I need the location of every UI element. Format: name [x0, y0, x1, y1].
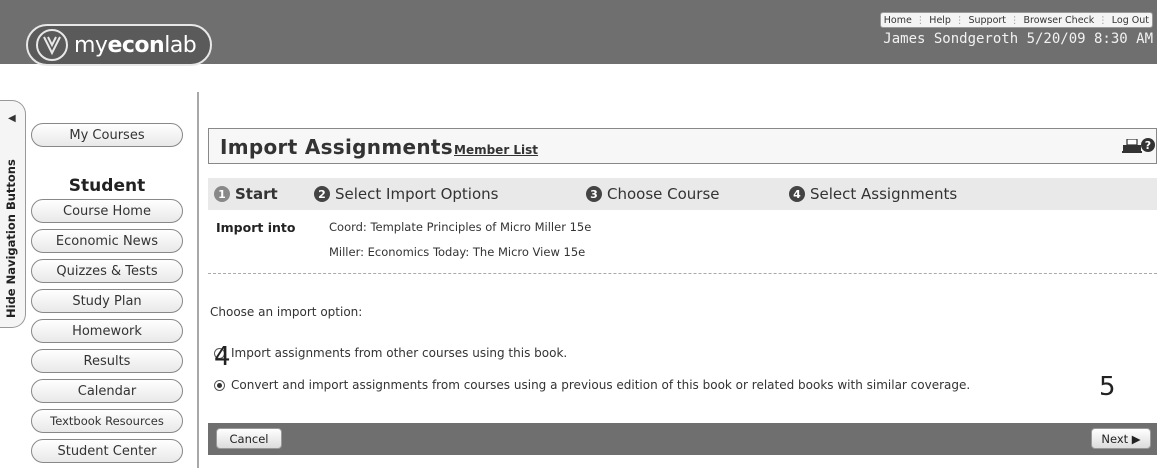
top-link-support[interactable]: Support — [968, 15, 1006, 26]
my-courses-button[interactable]: My Courses — [31, 123, 183, 147]
wizard-steps: 1 Start 2 Select Import Options 3 Choose… — [208, 178, 1157, 210]
option-convert-import[interactable]: Convert and import assignments from cour… — [214, 378, 970, 392]
app-header: myeconlab Home ⋮ Help ⋮ Support ⋮ Browse… — [0, 0, 1157, 92]
section-divider — [208, 273, 1157, 274]
option-import-same-book[interactable]: Import assignments from other courses us… — [214, 346, 567, 360]
sidebar-item-calendar[interactable]: Calendar — [31, 379, 183, 403]
cancel-button[interactable]: Cancel — [216, 428, 282, 449]
page-title: Import Assignments — [220, 135, 453, 159]
print-icon[interactable] — [1122, 139, 1142, 153]
sidebar-divider — [197, 92, 199, 468]
wizard-footer: Cancel Next ▶ — [208, 423, 1157, 455]
next-button[interactable]: Next ▶ — [1091, 428, 1151, 449]
top-link-browser-check[interactable]: Browser Check — [1024, 15, 1095, 26]
import-into-label: Import into — [216, 220, 296, 235]
hide-navigation-label[interactable]: Hide Navigation Buttons — [4, 159, 18, 318]
step-start: 1 Start — [214, 185, 278, 203]
sidebar-item-homework[interactable]: Homework — [31, 319, 183, 343]
callout-5: 5 — [1099, 372, 1116, 402]
option-2-radio[interactable] — [214, 379, 225, 391]
sidebar-item-results[interactable]: Results — [31, 349, 183, 373]
step-select-assignments: 4 Select Assignments — [789, 185, 957, 203]
sidebar-item-course-home[interactable]: Course Home — [31, 199, 183, 223]
page-title-bar: Import Assignments Member List ? — [208, 128, 1157, 164]
logo-text: myeconlab — [74, 32, 197, 58]
step-number-icon: 2 — [314, 186, 330, 202]
sidebar-item-student-center[interactable]: Student Center — [31, 439, 183, 463]
step-number-icon: 4 — [789, 186, 805, 202]
top-links-bar: Home ⋮ Help ⋮ Support ⋮ Browser Check ⋮ … — [879, 12, 1153, 28]
help-icon[interactable]: ? — [1141, 138, 1155, 152]
sidebar-item-economic-news[interactable]: Economic News — [31, 229, 183, 253]
top-link-home[interactable]: Home — [884, 15, 912, 26]
myeconlab-logo[interactable]: myeconlab — [26, 24, 212, 66]
member-list-link[interactable]: Member List — [454, 143, 538, 157]
import-into-course-2: Miller: Economics Today: The Micro View … — [329, 245, 586, 259]
collapse-arrow-icon: ◀ — [8, 113, 16, 124]
sidebar-item-quizzes-tests[interactable]: Quizzes & Tests — [31, 259, 183, 283]
logo-mark-icon — [36, 29, 68, 61]
step-choose-course: 3 Choose Course — [586, 185, 720, 203]
step-select-import-options: 2 Select Import Options — [314, 185, 498, 203]
callout-4: 4 — [214, 342, 231, 372]
top-link-help[interactable]: Help — [929, 15, 951, 26]
step-number-icon: 3 — [586, 186, 602, 202]
step-number-icon: 1 — [214, 186, 230, 202]
choose-option-prompt: Choose an import option: — [210, 305, 363, 319]
sidebar-item-textbook-resources[interactable]: Textbook Resources — [31, 409, 183, 433]
sidebar-item-study-plan[interactable]: Study Plan — [31, 289, 183, 313]
import-into-course-1: Coord: Template Principles of Micro Mill… — [329, 220, 592, 234]
top-link-log-out[interactable]: Log Out — [1112, 15, 1149, 26]
student-section-title: Student — [68, 176, 146, 196]
user-info: James Sondgeroth 5/20/09 8:30 AM — [883, 31, 1153, 47]
